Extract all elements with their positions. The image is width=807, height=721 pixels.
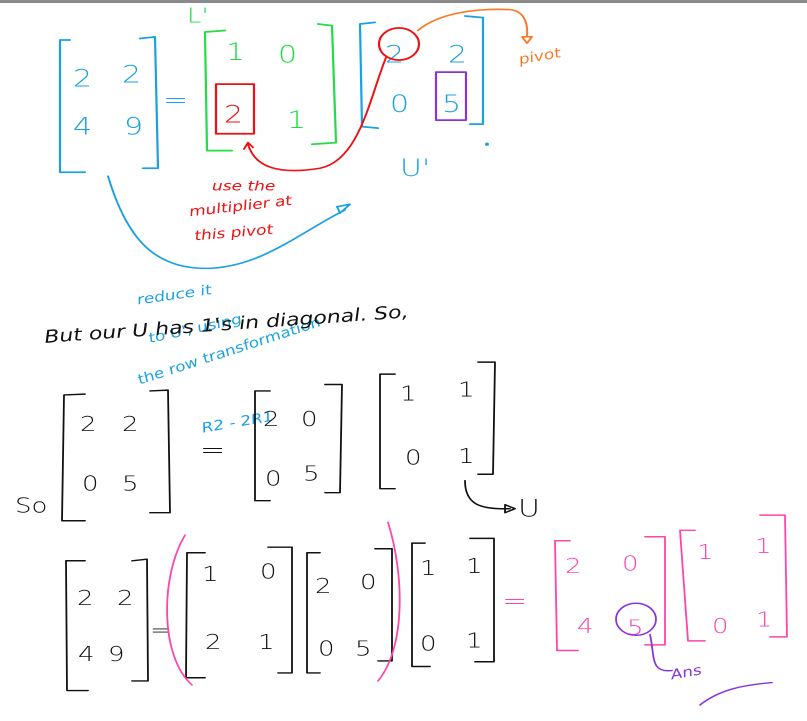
eq1-equals: = bbox=[200, 437, 225, 464]
equation-1: 2 2 0 5 = 2 0 0 5 1 1 0 1 U bbox=[61, 361, 540, 523]
red-note-line-2: multiplier at bbox=[188, 192, 294, 219]
eq2-so: So bbox=[15, 493, 47, 518]
multiplier-box: 2 bbox=[214, 83, 256, 135]
right-paren bbox=[377, 521, 401, 682]
ld-21: 4 bbox=[577, 613, 594, 638]
eq2-d-11: 2 bbox=[315, 573, 332, 598]
l-prime-label: L' bbox=[187, 3, 209, 28]
eq2-u-21: 0 bbox=[420, 631, 437, 656]
eq1-d-11: 2 bbox=[263, 407, 280, 432]
diagonal-statement: But our U has 1's in diagonal. So, bbox=[43, 302, 409, 348]
u22: 5 bbox=[442, 91, 461, 118]
l21-multiplier: 2 bbox=[224, 101, 243, 128]
eq2-u-22: 1 bbox=[466, 628, 483, 653]
eq1-lhs-12: 2 bbox=[122, 412, 139, 437]
pivot-arrow bbox=[417, 8, 529, 37]
eq1-u-label: U bbox=[518, 495, 540, 522]
eq1-d-12: 0 bbox=[301, 407, 318, 432]
equation-2: So 2 2 4 9 = 1 0 2 1 2 0 0 5 1 1 0 1 bbox=[15, 493, 495, 692]
u12: 2 bbox=[448, 41, 467, 68]
eq2-equals-2: = bbox=[502, 588, 527, 615]
l12: 0 bbox=[278, 41, 297, 68]
u21: 0 bbox=[390, 91, 409, 118]
matrix-a: 2 2 4 9 = bbox=[58, 35, 188, 174]
eq1-d-22: 5 bbox=[303, 461, 320, 486]
a11: 2 bbox=[73, 65, 92, 92]
eq1-u-22: 1 bbox=[458, 444, 475, 469]
eq1-lhs-11: 2 bbox=[80, 412, 97, 437]
equals-sign: = bbox=[163, 87, 188, 114]
u2-11: 1 bbox=[697, 540, 714, 565]
u-prime-label: U' bbox=[400, 155, 430, 182]
eq1-u-12: 1 bbox=[458, 377, 475, 402]
answer-underline bbox=[699, 681, 773, 706]
u2-21: 0 bbox=[712, 613, 729, 638]
eq2-l-11: 1 bbox=[202, 561, 219, 586]
answer-matrices: = 2 0 4 5 1 1 0 1 bbox=[502, 514, 788, 652]
ld-12: 0 bbox=[622, 551, 639, 576]
eq2-u-11: 1 bbox=[420, 556, 437, 581]
eq1-u-11: 1 bbox=[400, 381, 417, 406]
blue-note-line-1: reduce it bbox=[135, 282, 214, 308]
pivot-label: pivot bbox=[516, 45, 564, 68]
l11: 1 bbox=[226, 39, 245, 66]
a12: 2 bbox=[122, 61, 141, 88]
answer-label: Ans bbox=[668, 662, 704, 683]
eq2-lhs-12: 2 bbox=[117, 585, 134, 610]
eq1-lhs-21: 0 bbox=[82, 471, 99, 496]
a22: 9 bbox=[124, 113, 143, 140]
ld-22-answer: 5 bbox=[627, 615, 644, 640]
eq2-d-12: 0 bbox=[360, 569, 377, 594]
eq2-d-21: 0 bbox=[318, 636, 335, 661]
eq2-lhs-11: 2 bbox=[77, 585, 94, 610]
l22: 1 bbox=[287, 107, 306, 134]
pivot-to-multiplier-arrow bbox=[247, 56, 387, 172]
eq2-lhs-21: 4 bbox=[78, 641, 95, 666]
eq2-d-22: 5 bbox=[355, 636, 372, 661]
left-paren bbox=[166, 534, 193, 686]
eq2-l-12: 0 bbox=[260, 559, 277, 584]
eq1-lhs-22: 5 bbox=[122, 471, 139, 496]
matrix-l-prime: L' 1 0 1 bbox=[187, 3, 338, 152]
u2-22: 1 bbox=[756, 607, 773, 632]
red-note-line-1: use the bbox=[212, 178, 275, 194]
whiteboard-canvas[interactable]: 2 2 4 9 = L' 1 0 1 2 2 2 0 5 U' pivot us… bbox=[0, 0, 807, 721]
blue-note: reduce it to U', using the row transform… bbox=[134, 282, 324, 436]
eq2-lhs-22: 9 bbox=[108, 641, 125, 666]
u2-12: 1 bbox=[755, 533, 772, 558]
eq1-d-21: 0 bbox=[265, 466, 282, 491]
u11-pivot: 2 bbox=[385, 41, 404, 68]
a21: 4 bbox=[73, 113, 92, 140]
red-note: use the multiplier at this pivot bbox=[188, 178, 294, 244]
eq2-l-22: 1 bbox=[258, 629, 275, 654]
eq2-l-21: 2 bbox=[205, 629, 222, 654]
eq1-u-21: 0 bbox=[405, 445, 422, 470]
ld-11: 2 bbox=[565, 553, 582, 578]
red-note-line-3: this pivot bbox=[193, 221, 275, 244]
eq2-u-12: 1 bbox=[466, 553, 483, 578]
